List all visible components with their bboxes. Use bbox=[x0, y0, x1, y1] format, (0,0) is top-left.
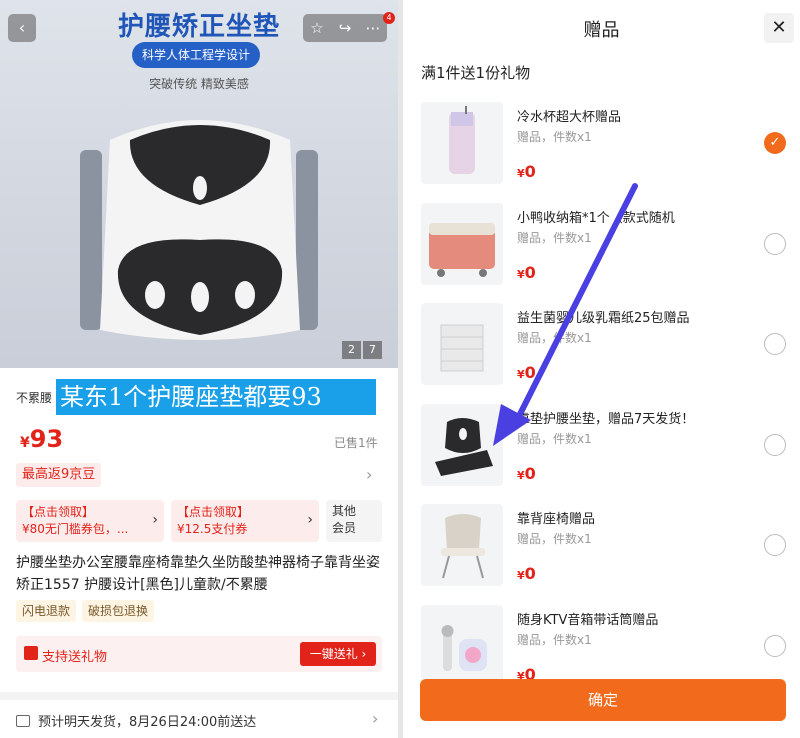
radio-unselected[interactable] bbox=[764, 433, 786, 456]
gift-thumbnail bbox=[421, 604, 503, 687]
gift-price: ¥0 bbox=[517, 564, 536, 583]
gift-name: 小鸭收纳箱*1个（款式随机 bbox=[517, 210, 675, 226]
gift-thumbnail bbox=[421, 303, 503, 385]
check-icon: ✓ bbox=[769, 135, 781, 150]
gift-item[interactable]: 益生菌婴儿级乳霜纸25包赠品 赠品，件数x1 ¥0 bbox=[403, 303, 800, 403]
gift-price-value: 0 bbox=[524, 262, 536, 282]
tag-refund: 闪电退款 bbox=[16, 600, 77, 622]
gift-price: ¥0 bbox=[517, 464, 536, 483]
gift-meta: 赠品，件数x1 bbox=[517, 331, 592, 345]
gift-meta: 赠品，件数x1 bbox=[517, 632, 592, 647]
gift-item[interactable]: 冷水杯超大杯赠品 赠品，件数x1 ¥0 ✓ bbox=[403, 102, 800, 202]
gift-meta: 赠品，件数x1 bbox=[517, 532, 592, 546]
gift-thumbnail bbox=[421, 102, 503, 184]
product-price: ¥93 bbox=[20, 425, 63, 453]
rebate-row[interactable]: 最高返9京豆 › bbox=[16, 463, 382, 491]
gift-currency: ¥ bbox=[517, 468, 525, 482]
chevron-right-icon: › bbox=[307, 512, 313, 528]
gift-name: 随身KTV音箱带话筒赠品 bbox=[517, 612, 659, 628]
coupon-2-title: 【点击领取】 bbox=[177, 505, 250, 519]
gift-currency: ¥ bbox=[517, 167, 525, 180]
radio-unselected[interactable] bbox=[764, 534, 786, 556]
image-total: 7 bbox=[363, 341, 382, 359]
gift-currency: ¥ bbox=[517, 267, 525, 281]
shipping-row[interactable]: 预计明天发货，8月26日24:00前送达 › bbox=[16, 709, 382, 730]
gift-selection-sheet: 赠品 ✕ 满1件送1份礼物 冷水杯超大杯赠品 赠品，件数x1 ¥0 ✓ 小鸭收纳箱*1个… bbox=[403, 0, 800, 738]
gift-meta: 赠品，件数x1 bbox=[517, 431, 592, 446]
rebate-tag: 最高返9京豆 bbox=[16, 463, 102, 487]
hero-pill: 科学人体工程学设计 bbox=[132, 42, 260, 68]
gift-price-value: 0 bbox=[524, 463, 536, 483]
coupon-1-title: 【点击领取】 bbox=[22, 505, 95, 519]
gift-name: 冷水杯超大杯赠品 bbox=[517, 110, 622, 125]
product-name-prefix: 不累腰 bbox=[16, 391, 53, 405]
gift-name: 益生菌婴儿级乳霜纸25包赠品 bbox=[517, 311, 690, 326]
chevron-left-icon: ‹ bbox=[18, 18, 26, 37]
shipping-text: 预计明天发货，8月26日24:00前送达 bbox=[38, 715, 257, 730]
gift-icon bbox=[24, 646, 38, 660]
close-button[interactable]: ✕ bbox=[764, 13, 794, 43]
truck-icon bbox=[16, 715, 30, 727]
chevron-right-icon: › bbox=[372, 709, 379, 728]
gift-support-bar[interactable]: 支持送礼物 一键送礼 › bbox=[16, 636, 382, 672]
coupon-2[interactable]: 【点击领取】 ¥12.5支付券 › bbox=[171, 500, 319, 542]
gift-name: 靠背座椅赠品 bbox=[517, 512, 596, 527]
gift-support-label: 支持送礼物 bbox=[42, 650, 108, 665]
sheet-title: 赠品 bbox=[583, 20, 620, 41]
image-index: 2 bbox=[342, 341, 361, 359]
radio-selected[interactable]: ✓ bbox=[764, 132, 786, 154]
message-badge: 4 bbox=[383, 12, 395, 24]
radio-unselected[interactable] bbox=[764, 634, 786, 657]
share-icon[interactable]: ↪ bbox=[331, 14, 359, 42]
section-divider bbox=[0, 692, 398, 700]
gift-price: ¥0 bbox=[517, 363, 536, 382]
gift-meta: 赠品，件数x1 bbox=[517, 130, 592, 144]
chevron-right-icon: › bbox=[152, 512, 158, 528]
sold-count: 已售1件 bbox=[334, 436, 378, 450]
gift-name: 靠垫护腰坐垫，赠品7天发货！ bbox=[517, 411, 695, 427]
gift-meta: 赠品，件数x1 bbox=[517, 230, 592, 245]
hero-subtitle: 突破传统 精致美感 bbox=[149, 77, 249, 91]
price-value: 93 bbox=[29, 425, 64, 453]
back-button[interactable]: ‹ bbox=[8, 14, 36, 42]
gift-price: ¥0 bbox=[517, 162, 536, 181]
gift-item[interactable]: 小鸭收纳箱*1个（款式随机 赠品，件数x1 ¥0 bbox=[403, 202, 800, 303]
product-image[interactable]: 护腰矫正坐垫 科学人体工程学设计 突破传统 精致美感 ‹ ☆ ↪ ⋯ 4 2 7 bbox=[0, 0, 398, 368]
gift-currency: ¥ bbox=[517, 368, 525, 381]
gift-thumbnail bbox=[421, 202, 503, 285]
chevron-right-icon: › bbox=[366, 465, 373, 484]
coupon-other-line2: 会员 bbox=[332, 521, 357, 535]
gift-price-value: 0 bbox=[524, 363, 536, 382]
price-currency: ¥ bbox=[20, 435, 30, 451]
service-tags: 闪电退款 破损包退换 bbox=[16, 600, 160, 624]
send-gift-button[interactable]: 一键送礼 › bbox=[300, 642, 376, 666]
product-detail-panel: 护腰矫正坐垫 科学人体工程学设计 突破传统 精致美感 ‹ ☆ ↪ ⋯ 4 2 7 不… bbox=[0, 0, 398, 738]
coupon-1-detail: ¥80无门槛券包，... bbox=[22, 522, 129, 536]
gift-price: ¥0 bbox=[517, 263, 536, 282]
top-toolbar: ☆ ↪ ⋯ bbox=[303, 14, 387, 42]
gift-item[interactable]: 靠垫护腰坐垫，赠品7天发货！ 赠品，件数x1 ¥0 bbox=[403, 403, 800, 504]
gift-price-value: 0 bbox=[524, 162, 536, 181]
confirm-button[interactable]: 确定 bbox=[420, 679, 786, 721]
star-icon[interactable]: ☆ bbox=[303, 14, 331, 42]
radio-unselected[interactable] bbox=[764, 232, 786, 255]
product-description: 护腰坐垫办公室腰靠座椅靠垫久坐防酸垫神器椅子靠背坐姿矫正1557 护腰设计[黑色… bbox=[16, 555, 380, 593]
coupon-1[interactable]: 【点击领取】 ¥80无门槛券包，... › bbox=[16, 500, 164, 542]
gift-thumbnail bbox=[421, 504, 503, 586]
gift-currency: ¥ bbox=[517, 569, 525, 582]
coupon-other-line1: 其他 bbox=[332, 504, 357, 518]
gift-thumbnail bbox=[421, 403, 503, 486]
coupon-other[interactable]: 其他 会员 bbox=[326, 500, 382, 542]
tag-damage: 破损包退换 bbox=[82, 600, 155, 622]
gift-price-value: 0 bbox=[524, 564, 536, 583]
annotation-overlay-text: 某东1个护腰座垫都要93 bbox=[56, 379, 376, 415]
coupon-2-detail: ¥12.5支付券 bbox=[177, 522, 248, 536]
radio-unselected[interactable] bbox=[764, 333, 786, 355]
close-icon: ✕ bbox=[771, 17, 787, 38]
sheet-subtitle: 满1件送1份礼物 bbox=[421, 64, 531, 82]
gift-item[interactable]: 靠背座椅赠品 赠品，件数x1 ¥0 bbox=[403, 504, 800, 604]
